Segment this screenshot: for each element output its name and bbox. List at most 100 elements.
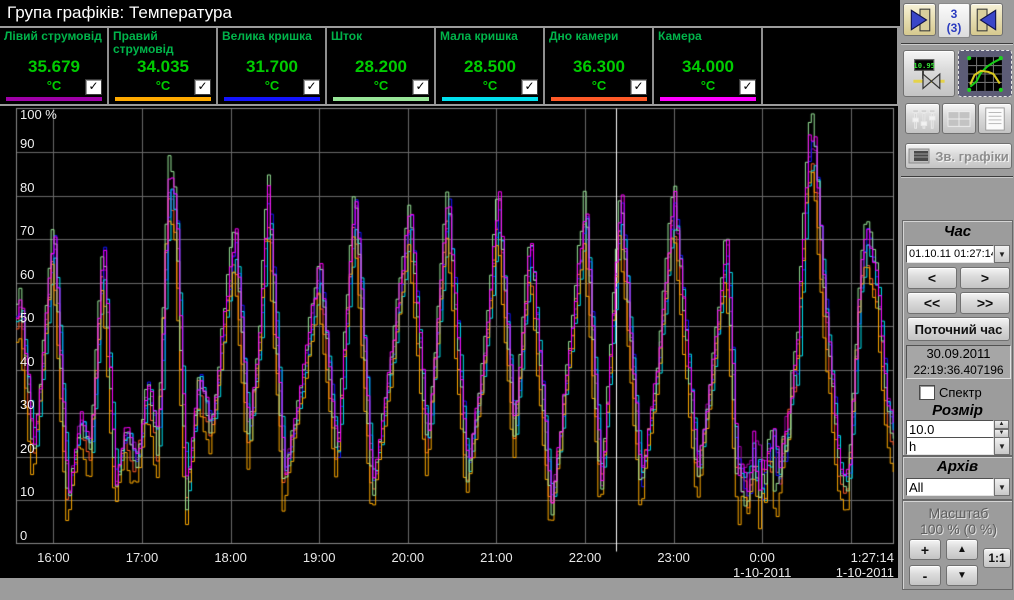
- page-back-button[interactable]: <<: [907, 292, 957, 314]
- scale-panel: Масштаб 100 % (0 %) + ▲ 1:1 - ▼: [902, 500, 1013, 590]
- step-back-button[interactable]: <: [907, 267, 957, 289]
- size-unit-combobox-arrow[interactable]: ▼: [994, 437, 1010, 455]
- size-spin-up[interactable]: ▲: [994, 420, 1009, 429]
- zoom-in-button[interactable]: +: [909, 539, 941, 560]
- spectrum-label: Спектр: [939, 385, 982, 400]
- check-icon: ✓: [413, 80, 428, 93]
- legend-item: Правий струмовід 34.035 °C ✓: [109, 28, 218, 104]
- legend-item-name: Правий струмовід: [113, 30, 213, 57]
- prev-group-icon: [907, 7, 933, 33]
- next-group-button[interactable]: [970, 3, 1003, 36]
- current-datetime-display: 30.09.2011 22:19:36.407196: [906, 345, 1011, 379]
- related-graphs-label: Зв. графіки: [935, 149, 1008, 164]
- group-page-indicator: 3 (3): [938, 3, 970, 38]
- chevron-down-icon: ▼: [998, 442, 1006, 451]
- svg-text:10.95: 10.95: [913, 61, 935, 70]
- legend: Лівий струмовід 35.679 °C ✓ Правий струм…: [0, 28, 897, 104]
- legend-item-value: 34.035: [113, 57, 213, 77]
- chevron-down-icon: ▼: [998, 483, 1006, 492]
- archive-header: Архів: [903, 458, 1012, 475]
- pan-down-button[interactable]: ▼: [946, 565, 978, 586]
- table-view-button[interactable]: [942, 103, 976, 134]
- faceplate-view-icon: 10.95: [911, 56, 947, 92]
- x-date-label: 1-10-2011: [822, 565, 894, 580]
- check-icon: ✓: [86, 80, 101, 93]
- size-unit-combobox[interactable]: h: [906, 437, 994, 455]
- y-tick-label: 10: [20, 484, 34, 499]
- archive-combobox-arrow[interactable]: ▼: [994, 478, 1010, 496]
- legend-item: Шток 28.200 °C ✓: [327, 28, 436, 104]
- y-tick-label: 40: [20, 354, 34, 369]
- pan-up-button[interactable]: ▲: [946, 539, 978, 560]
- faders-view-button[interactable]: [905, 103, 940, 134]
- legend-item: Камера 34.000 °C ✓: [654, 28, 763, 104]
- report-view-button[interactable]: [978, 103, 1012, 134]
- y-tick-label: 90: [20, 136, 34, 151]
- spin-up-icon: ▲: [999, 421, 1005, 427]
- archive-combobox[interactable]: All: [906, 478, 994, 496]
- x-tick-label: 22:00: [555, 550, 615, 565]
- page-title-text: Група графіків: Температура: [7, 3, 232, 22]
- legend-item-name: Лівий струмовід: [4, 30, 104, 57]
- group-page-current: 3: [939, 7, 969, 21]
- legend-item-name: Камера: [658, 30, 758, 57]
- legend-item-value: 36.300: [549, 57, 649, 77]
- legend-item-checkbox[interactable]: ✓: [194, 79, 211, 95]
- size-spinbox[interactable]: 10.0: [906, 420, 994, 438]
- x-tick-label: 19:00: [289, 550, 349, 565]
- divider: [901, 43, 1013, 45]
- faceplate-view-button[interactable]: 10.95: [903, 50, 955, 97]
- time-combobox[interactable]: 01.10.11 01:27:14: [906, 245, 994, 263]
- one-to-one-button[interactable]: 1:1: [983, 548, 1011, 568]
- trend-chart: 100 %908070605040302010016:0017:0018:001…: [0, 106, 898, 578]
- spin-down-icon: ▼: [999, 430, 1005, 436]
- x-tick-label: 20:00: [378, 550, 438, 565]
- divider: [901, 176, 1013, 178]
- x-tick-label: 21:00: [466, 550, 526, 565]
- prev-group-button[interactable]: [903, 3, 936, 36]
- x-tick-label: 1:27:14: [836, 550, 894, 565]
- legend-item-checkbox[interactable]: ✓: [630, 79, 647, 95]
- legend-item-color-bar: [115, 97, 211, 101]
- x-tick-label: 17:00: [112, 550, 172, 565]
- time-panel: Час 01.10.11 01:27:14 ▼ < > << >> Поточн…: [902, 220, 1013, 456]
- spectrum-checkbox[interactable]: [919, 385, 935, 400]
- x-tick-label: 23:00: [644, 550, 704, 565]
- legend-item-value: 35.679: [4, 57, 104, 77]
- zoom-out-button[interactable]: -: [909, 565, 941, 586]
- legend-item-value: 31.700: [222, 57, 322, 77]
- scale-label: Масштаб: [903, 505, 1014, 521]
- legend-item-checkbox[interactable]: ✓: [303, 79, 320, 95]
- time-panel-header: Час: [903, 223, 1012, 240]
- size-header: Розмір: [903, 402, 1012, 419]
- group-page-total: (3): [939, 21, 969, 35]
- legend-item: Велика кришка 31.700 °C ✓: [218, 28, 327, 104]
- x-date-label: 1-10-2011: [726, 565, 798, 580]
- check-icon: ✓: [195, 80, 210, 93]
- legend-item-color-bar: [224, 97, 320, 101]
- current-time-value: 22:19:36.407196: [907, 362, 1010, 378]
- trends-view-icon: [966, 55, 1004, 93]
- legend-item-checkbox[interactable]: ✓: [739, 79, 756, 95]
- check-icon: ✓: [522, 80, 537, 93]
- step-forward-button[interactable]: >: [960, 267, 1010, 289]
- related-graphs-button[interactable]: Зв. графіки: [905, 143, 1012, 169]
- x-tick-label: 16:00: [23, 550, 83, 565]
- x-tick-label: 0:00: [732, 550, 792, 565]
- trends-view-button[interactable]: [958, 50, 1012, 97]
- legend-item-checkbox[interactable]: ✓: [412, 79, 429, 95]
- current-date-value: 30.09.2011: [907, 346, 1010, 362]
- current-time-button[interactable]: Поточний час: [907, 317, 1010, 341]
- next-group-icon: [974, 7, 1000, 33]
- faders-view-icon: [909, 107, 937, 131]
- archive-panel: Архів All ▼: [902, 456, 1013, 500]
- page-forward-button[interactable]: >>: [960, 292, 1010, 314]
- legend-item-color-bar: [551, 97, 647, 101]
- y-tick-label: 20: [20, 441, 34, 456]
- legend-item: Мала кришка 28.500 °C ✓: [436, 28, 545, 104]
- time-combobox-arrow[interactable]: ▼: [994, 245, 1010, 263]
- legend-item-name: Велика кришка: [222, 30, 322, 57]
- trend-plot[interactable]: [0, 106, 898, 578]
- legend-item-checkbox[interactable]: ✓: [521, 79, 538, 95]
- legend-item-checkbox[interactable]: ✓: [85, 79, 102, 95]
